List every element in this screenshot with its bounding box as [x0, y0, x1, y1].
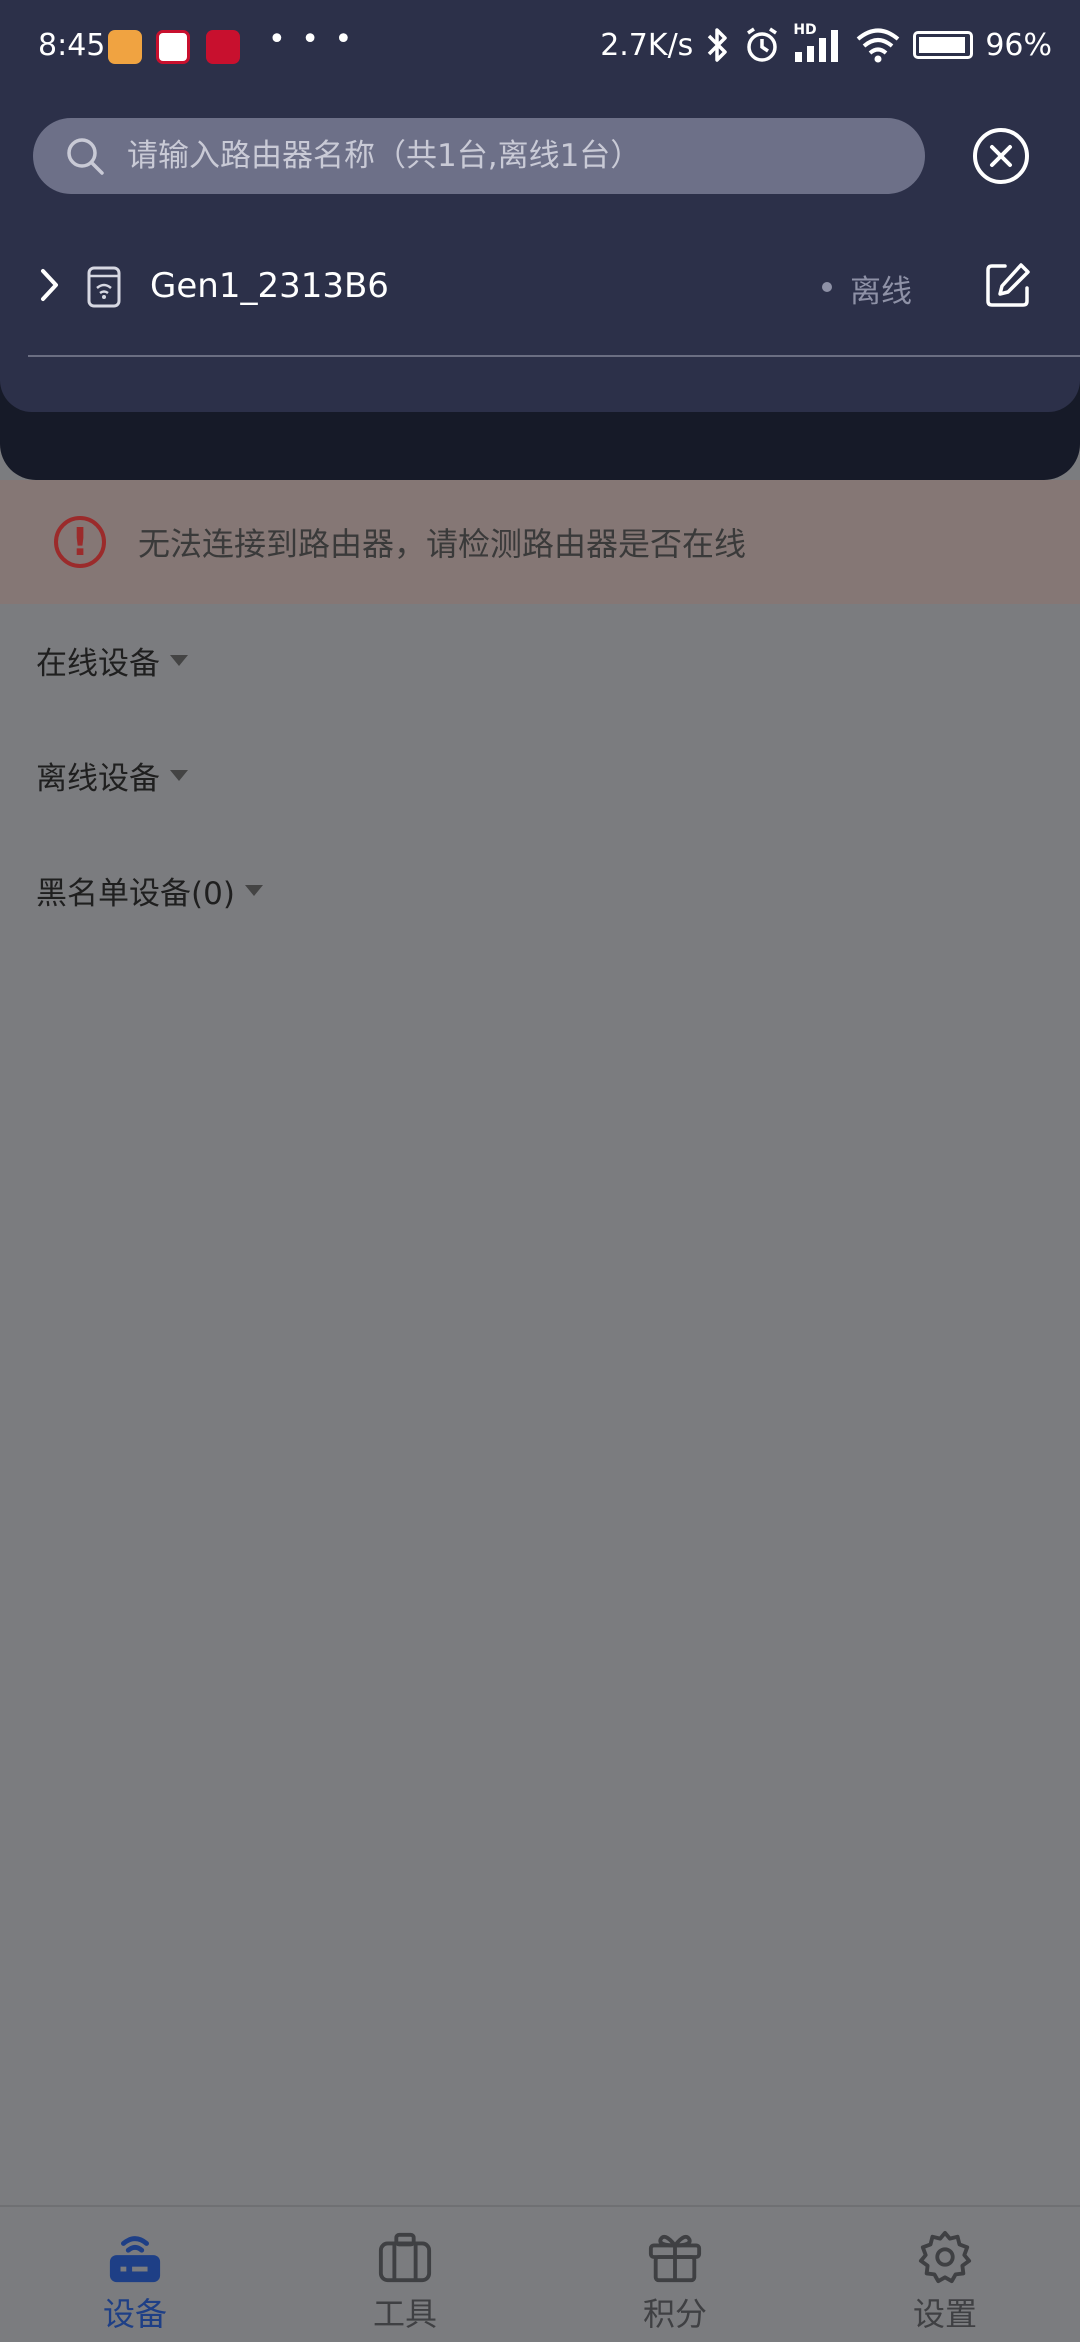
nav-points[interactable]: 积分 — [540, 2207, 810, 2342]
nav-settings-label: 设置 — [912, 2295, 977, 2333]
chevron-right-icon[interactable] — [38, 266, 62, 304]
more-notifications-icon: • • • — [268, 22, 356, 57]
online-devices-label: 在线设备 — [36, 646, 160, 682]
caret-down-icon — [244, 885, 263, 896]
nav-settings[interactable]: 设置 — [810, 2207, 1080, 2342]
network-speed: 2.7K/s — [600, 27, 694, 63]
connection-error-banner: ! 无法连接到路由器，请检测路由器是否在线 — [0, 480, 1080, 604]
orange-app-icon — [108, 30, 142, 64]
router-list-item[interactable]: Gen1_2313B6 离线 — [0, 246, 1080, 326]
bottom-navigation: 设备 工具 积分 设置 — [0, 2205, 1080, 2342]
search-icon — [67, 138, 104, 175]
nav-points-label: 积分 — [642, 2295, 707, 2333]
nav-tools[interactable]: 工具 — [270, 2207, 540, 2342]
router-icon — [107, 2229, 163, 2285]
offline-status-dot — [822, 282, 832, 292]
caret-down-icon — [170, 770, 188, 781]
status-bar: 8:45 • • • 2.7K/s HD 96% — [0, 0, 1080, 96]
caret-down-icon — [170, 655, 188, 666]
offline-devices-label: 离线设备 — [36, 761, 160, 797]
status-time: 8:45 — [38, 28, 106, 63]
cell-signal-icon: HD — [793, 22, 843, 64]
close-panel-button[interactable] — [973, 128, 1029, 184]
bank-app-icon — [156, 30, 190, 64]
router-search-box[interactable] — [33, 118, 925, 194]
battery-icon — [913, 31, 974, 59]
bluetooth-icon — [708, 28, 728, 62]
nav-devices-label: 设备 — [102, 2295, 167, 2333]
blacklist-devices-group[interactable]: 黑名单设备(0) — [36, 868, 263, 913]
online-devices-group[interactable]: 在线设备 — [36, 638, 188, 683]
offline-devices-group[interactable]: 离线设备 — [36, 753, 188, 798]
wifi-icon — [857, 28, 900, 63]
router-dropdown-panel: 8:45 • • • 2.7K/s HD 96% 请输入路由器名称（共1台,离线… — [0, 0, 1080, 412]
battery-percent: 96% — [985, 27, 1052, 63]
blacklist-devices-label: 黑名单设备(0) — [36, 876, 235, 912]
warning-icon: ! — [54, 516, 106, 568]
divider — [28, 355, 1080, 357]
router-name: Gen1_2313B6 — [150, 266, 389, 306]
red-app-icon — [206, 30, 240, 64]
gift-icon — [647, 2229, 703, 2285]
status-right-group: 2.7K/s HD 96% — [600, 22, 1052, 64]
error-message: 无法连接到路由器，请检测路由器是否在线 — [138, 525, 747, 563]
nav-tools-label: 工具 — [372, 2295, 437, 2333]
router-device-icon — [87, 266, 121, 308]
toolbox-icon — [377, 2229, 433, 2285]
router-search-input[interactable] — [125, 137, 889, 175]
alarm-icon — [747, 27, 778, 62]
close-icon — [990, 145, 1012, 167]
nav-devices[interactable]: 设备 — [0, 2207, 270, 2342]
gear-icon — [917, 2229, 973, 2285]
router-status: 离线 — [850, 274, 912, 310]
edit-icon[interactable] — [983, 260, 1033, 310]
